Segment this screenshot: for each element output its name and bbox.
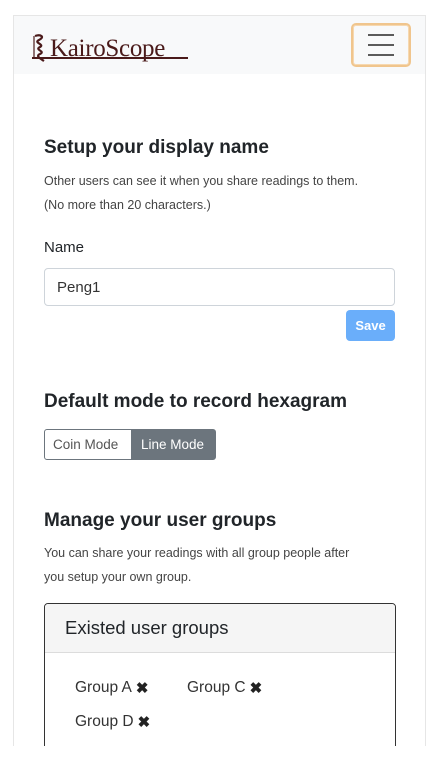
line-mode-button[interactable]: Line Mode [132, 429, 216, 460]
name-label: Name [44, 239, 85, 256]
group-name: Group A [75, 679, 132, 696]
user-groups-desc-line: You can share your readings with all gro… [44, 546, 350, 560]
user-groups-description: You can share your readings with all gro… [44, 541, 396, 589]
group-chip-a: Group A ✖ [75, 679, 148, 697]
display-name-description: Other users can see it when you share re… [44, 169, 358, 217]
remove-group-icon[interactable]: ✖ [138, 713, 151, 731]
app-frame: KairoScope Setup your display name Other… [13, 15, 426, 746]
remove-group-icon[interactable]: ✖ [250, 679, 263, 697]
group-name: Group C [187, 679, 246, 696]
save-button[interactable]: Save [346, 310, 395, 341]
display-name-heading: Setup your display name [44, 137, 269, 158]
user-groups-heading: Manage your user groups [44, 510, 277, 531]
brand-underline [32, 57, 188, 59]
hamburger-icon [368, 44, 394, 46]
display-name-input[interactable] [44, 268, 395, 306]
user-groups-desc-line: you setup your own group. [44, 570, 192, 584]
display-name-desc-line: (No more than 20 characters.) [44, 198, 211, 212]
user-groups-card-title: Existed user groups [45, 604, 395, 653]
remove-group-icon[interactable]: ✖ [136, 679, 149, 697]
group-chip-c: Group C ✖ [187, 679, 262, 697]
user-groups-card: Existed user groups Group A ✖ Group C ✖ … [44, 603, 396, 746]
group-chip-d: Group D ✖ [75, 713, 150, 731]
hamburger-icon [368, 54, 394, 56]
hamburger-icon [368, 34, 394, 36]
menu-toggle-button[interactable] [351, 23, 411, 67]
hexagram-mode-heading: Default mode to record hexagram [44, 391, 348, 412]
group-name: Group D [75, 713, 134, 730]
mode-toggle-group: Coin Mode Line Mode [44, 429, 216, 460]
display-name-desc-line: Other users can see it when you share re… [44, 174, 359, 188]
coin-mode-button[interactable]: Coin Mode [44, 429, 132, 460]
navbar: KairoScope [14, 16, 425, 74]
